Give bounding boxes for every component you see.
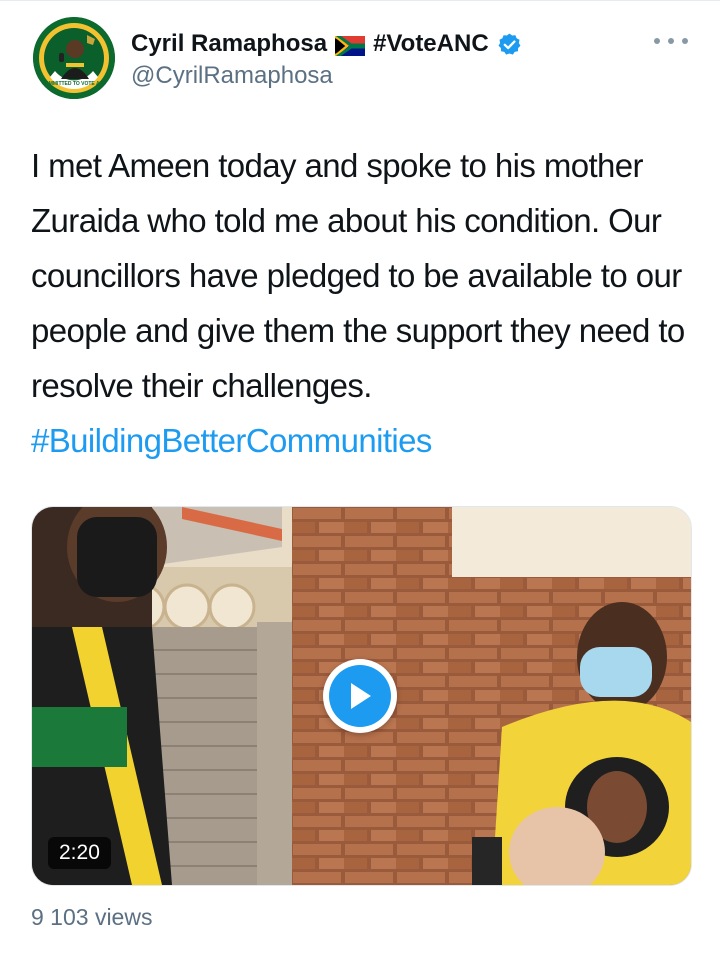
tweet-text: I met Ameen today and spoke to his mothe… <box>31 138 696 468</box>
more-dot <box>668 38 674 44</box>
video-player[interactable]: 2:20 <box>31 506 692 886</box>
play-icon <box>329 665 391 727</box>
video-duration: 2:20 <box>48 837 111 869</box>
author-avatar[interactable]: COMMITTED TO VOTE ANC <box>33 17 115 99</box>
tweet-card: COMMITTED TO VOTE ANC Cyril Ramaphosa #V… <box>0 0 720 956</box>
more-options-icon[interactable] <box>654 35 688 47</box>
avatar-ring-text: COMMITTED TO VOTE ANC <box>41 81 107 87</box>
verified-badge-icon <box>497 32 522 57</box>
author-handle[interactable]: @CyrilRamaphosa <box>131 61 640 91</box>
more-dot <box>682 38 688 44</box>
more-dot <box>654 38 660 44</box>
author-info: Cyril Ramaphosa #VoteANC @CyrilRamaphosa <box>131 29 640 91</box>
tweet-body: I met Ameen today and spoke to his mothe… <box>31 147 685 404</box>
author-hashtag[interactable]: #VoteANC <box>373 29 489 59</box>
view-count[interactable]: 9 103 views <box>31 901 152 933</box>
author-name[interactable]: Cyril Ramaphosa <box>131 29 327 59</box>
south-africa-flag-icon <box>333 33 367 59</box>
avatar-image: COMMITTED TO VOTE ANC <box>33 17 115 99</box>
author-name-row[interactable]: Cyril Ramaphosa #VoteANC <box>131 29 640 59</box>
hashtag-link[interactable]: #BuildingBetterCommunities <box>31 422 432 459</box>
play-button[interactable] <box>323 659 397 733</box>
